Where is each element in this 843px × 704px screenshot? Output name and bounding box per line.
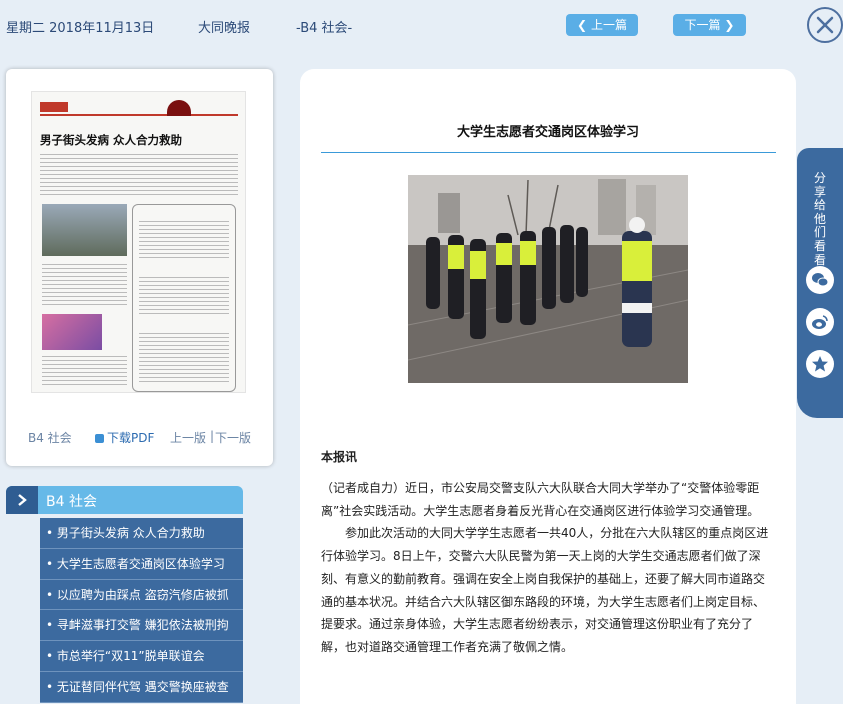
next-article-label: 下一篇 (684, 18, 721, 32)
thumbnail-ad-image (42, 314, 102, 350)
thumbnail-text-block (139, 221, 229, 261)
thumbnail-text-block (40, 154, 238, 196)
article-photo (408, 175, 688, 383)
previous-article-label: 上一篇 (590, 18, 627, 32)
thumbnail-text-block (139, 277, 229, 317)
pdf-icon (95, 434, 104, 443)
next-page-link[interactable]: 下一版 (215, 429, 251, 446)
weibo-icon (812, 315, 828, 329)
thumbnail-photo (42, 204, 127, 256)
chevron-left-icon: ❮ (577, 18, 588, 32)
wechat-icon (812, 273, 829, 287)
article-list-item[interactable]: • 无证替同伴代驾 遇交警换座被查 (40, 671, 243, 703)
article-paragraph: （记者成自力）近日，市公安局交警支队六大队联合大同大学举办了“交警体验零距离”社… (321, 481, 760, 518)
paper-name: 大同晚报 (198, 21, 251, 36)
thumbnail-masthead (40, 102, 238, 116)
article-body: （记者成自力）近日，市公安局交警支队六大队联合大同大学举办了“交警体验零距离”社… (321, 477, 773, 659)
thumbnail-text-block (42, 356, 127, 388)
newspaper-logo (40, 102, 68, 112)
share-wechat-button[interactable] (806, 266, 834, 294)
share-weibo-button[interactable] (806, 308, 834, 336)
article-byline: 本报讯 (321, 450, 358, 464)
previous-article-button[interactable]: ❮ 上一篇 (566, 14, 638, 36)
section-header[interactable]: B4 社会 (6, 486, 243, 514)
previous-page-link[interactable]: 上一版 (170, 429, 206, 446)
article-title: 大学生志愿者交通岗区体验学习 (456, 125, 639, 140)
section-title: B4 社会 (46, 494, 97, 510)
favorite-star-icon (812, 356, 828, 372)
section-toggle[interactable] (6, 486, 38, 514)
thumbnail-text-block (139, 333, 229, 385)
article-panel: 大学生志愿者交通岗区体验学习 本报讯 （记者成自力）近日，市公安局交警支队六大队… (300, 69, 796, 704)
article-list-item[interactable]: • 大学生志愿者交通岗区体验学习 (40, 548, 243, 580)
article-list-item[interactable]: • 男子街头发病 众人合力救助 (40, 518, 243, 549)
share-label: 分享给他们看看 (813, 171, 826, 267)
page-thumbnail-card: 男子街头发病 众人合力救助 B4 社会 下载PDF 上一版 | 下一版 (6, 69, 273, 466)
photo-illustration (408, 175, 688, 383)
page-label: -B4 社会- (296, 21, 353, 36)
article-list-item[interactable]: • 寻衅滋事打交警 嫌犯依法被刑拘 (40, 610, 243, 642)
thumbnail-text-block (42, 264, 127, 308)
article-list-item[interactable]: • 市总举行“双11”脱单联谊会 (40, 641, 243, 672)
article-list: • 男子街头发病 众人合力救助 • 大学生志愿者交通岗区体验学习 • 以应聘为由… (40, 518, 243, 703)
next-article-button[interactable]: 下一篇 ❯ (673, 14, 746, 36)
thumbnail-headline: 男子街头发病 众人合力救助 (40, 133, 183, 147)
close-button[interactable] (807, 7, 843, 43)
title-divider (321, 152, 776, 153)
page-link-separator: | (210, 429, 215, 443)
article-paragraph: 参加此次活动的大同大学学生志愿者一共40人，分批在六大队辖区的重点岗区进行体验学… (321, 526, 769, 654)
download-pdf-label: 下载PDF (107, 431, 155, 445)
thumbnail-section-label: B4 社会 (28, 431, 72, 445)
top-bar: 星期二 2018年11月13日 大同晚报 -B4 社会- ❮ 上一篇 下一篇 ❯ (0, 0, 843, 50)
download-pdf-link[interactable]: 下载PDF (95, 429, 154, 446)
issue-date: 星期二 2018年11月13日 (6, 21, 155, 36)
close-icon (816, 16, 834, 34)
page-thumbnail-image[interactable]: 男子街头发病 众人合力救助 (31, 91, 246, 393)
chevron-right-icon: ❯ (724, 18, 735, 32)
chevron-right-icon (18, 494, 27, 506)
favorite-button[interactable] (806, 350, 834, 378)
thumbnail-sidebar-box (132, 204, 236, 392)
article-list-item[interactable]: • 以应聘为由踩点 盗窃汽修店被抓 (40, 579, 243, 611)
share-panel: 分享给他们看看 (797, 148, 843, 418)
